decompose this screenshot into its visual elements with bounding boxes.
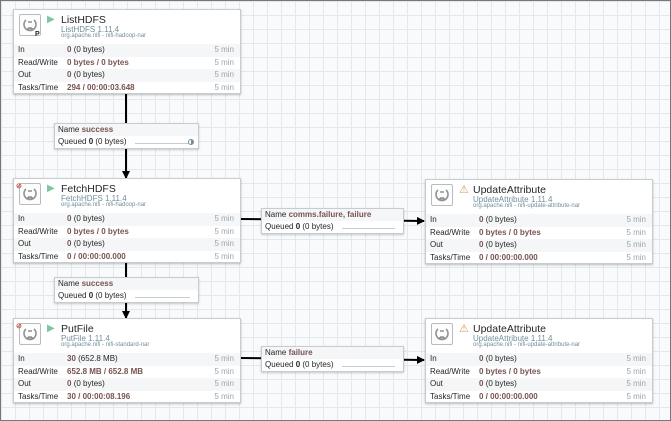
processor-putfile[interactable]: ⊘ ▶ PutFile PutFile 1.11.4 org.apache.ni… [13,318,241,403]
connection-label-fetchhdfs-updateattribute[interactable]: Name comms.failure, failure Queued 0 (0 … [261,208,404,234]
play-icon: ▶ [47,14,55,25]
warning-icon[interactable]: ⚠ [459,324,469,335]
relationship-name: success [81,125,114,134]
stat-row-in: In 0 (0 bytes) 5 min [14,44,240,57]
queue-progress-bar [342,366,395,367]
processor-listhdfs[interactable]: P ▶ ListHDFS ListHDFS 1.11.4 org.apache.… [13,9,241,94]
processor-updateattribute-2[interactable]: ⚠ UpdateAttribute UpdateAttribute 1.11.4… [425,318,653,403]
warning-icon[interactable]: ⚠ [459,185,469,196]
connection-label-listhdfs-fetchhdfs[interactable]: Name success Queued 0 (0 bytes) [54,123,199,149]
processor-fetchhdfs[interactable]: ⊘ ▶ FetchHDFS FetchHDFS 1.11.4 org.apach… [13,178,241,263]
stop-badge-icon: ⊘ [16,323,22,330]
processor-icon [431,323,453,345]
stat-row-in: In 0 (0 bytes) 5 min [426,214,652,227]
stat-row-out: Out 0 (0 bytes) 5 min [14,69,240,82]
stat-row-tasks-time: Tasks/Time 30 / 00:00:08.196 5 min [18,391,234,401]
stat-row-tasks-time: Tasks/Time 0 / 00:00:00.000 5 min [430,252,646,262]
queue-progress-bar [135,297,190,298]
connection-label-putfile-updateattribute[interactable]: Name failure Queued 0 (0 bytes) [261,346,404,372]
stat-row-in: In 30 (652.8 MB) 5 min [14,353,240,366]
connection-label-fetchhdfs-putfile[interactable]: Name success Queued 0 (0 bytes) [54,277,199,303]
relationship-name: failure [288,348,313,357]
stat-row-out: Out 0 (0 bytes) 5 min [426,239,652,252]
processor-bundle: org.apache.nifi - nifi-hadoop-nar [61,202,147,208]
half-circle-icon [188,139,194,145]
primary-node-badge: P [35,31,40,38]
processor-icon [19,323,41,345]
stat-row-in: In 0 (0 bytes) 5 min [14,213,240,226]
stat-row-out: Out 0 (0 bytes) 5 min [14,238,240,251]
stat-row-in: In 0 (0 bytes) 5 min [426,353,652,366]
relationship-name: comms.failure, failure [288,210,372,219]
processor-bundle: org.apache.nifi - nifi-hadoop-nar [61,33,147,39]
stat-row-read-write: Read/Write 0 bytes / 0 bytes 5 min [430,227,646,237]
play-icon: ▶ [47,183,55,194]
processor-icon [19,183,41,205]
stat-row-tasks-time: Tasks/Time 294 / 00:00:03.648 5 min [18,82,234,92]
flow-canvas[interactable]: P ▶ ListHDFS ListHDFS 1.11.4 org.apache.… [0,0,671,421]
stat-row-tasks-time: Tasks/Time 0 / 00:00:00.000 5 min [430,391,646,401]
play-icon: ▶ [47,323,55,334]
processor-bundle: org.apache.nifi - nifi-update-attribute-… [473,203,581,209]
stat-row-out: Out 0 (0 bytes) 5 min [14,378,240,391]
stat-row-tasks-time: Tasks/Time 0 / 00:00:00.000 5 min [18,251,234,261]
stat-row-read-write: Read/Write 0 bytes / 0 bytes 5 min [18,226,234,236]
stop-badge-icon: ⊘ [16,183,22,190]
stat-row-read-write: Read/Write 0 bytes / 0 bytes 5 min [430,366,646,376]
stat-row-out: Out 0 (0 bytes) 5 min [426,378,652,391]
relationship-name: success [81,279,114,288]
stat-row-read-write: Read/Write 652.8 MB / 652.8 MB 5 min [18,366,234,376]
processor-bundle: org.apache.nifi - nifi-standard-nar [61,342,150,348]
stat-row-read-write: Read/Write 0 bytes / 0 bytes 5 min [18,57,234,67]
queue-progress-bar [135,143,190,144]
processor-icon [431,184,453,206]
queue-progress-bar [342,228,395,229]
processor-updateattribute-1[interactable]: ⚠ UpdateAttribute UpdateAttribute 1.11.4… [425,179,653,264]
processor-bundle: org.apache.nifi - nifi-update-attribute-… [473,342,581,348]
